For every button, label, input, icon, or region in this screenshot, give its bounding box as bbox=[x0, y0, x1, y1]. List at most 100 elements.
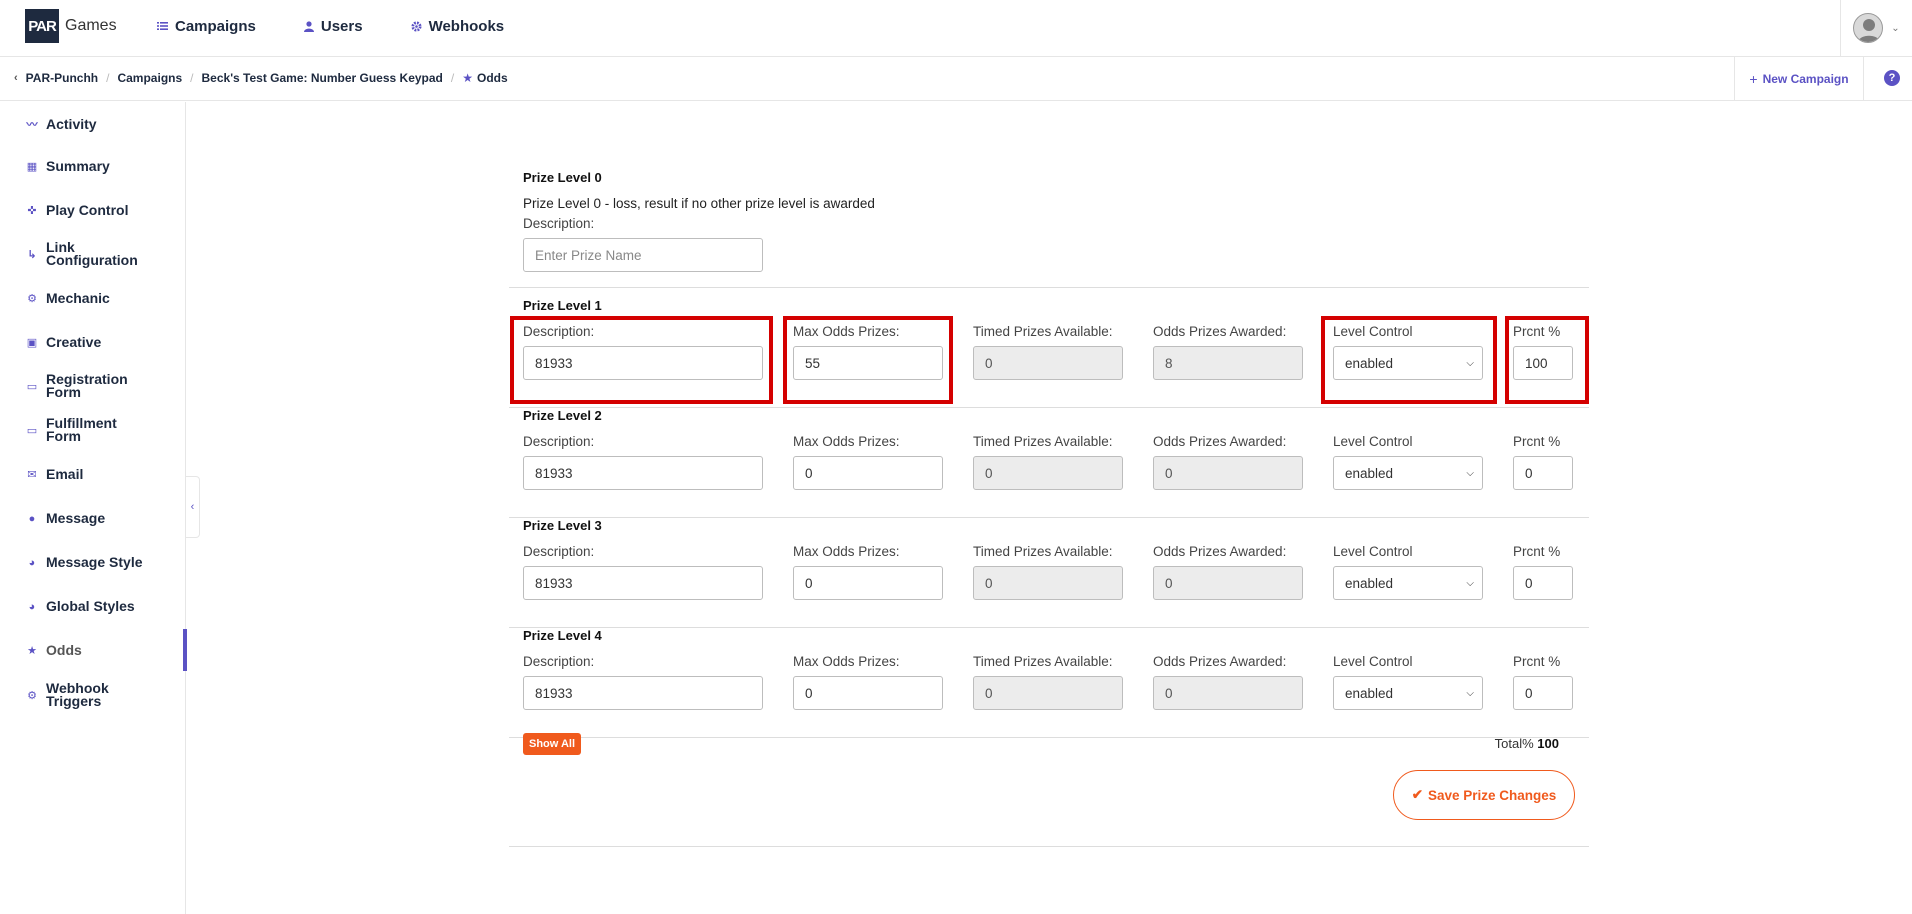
breadcrumb-separator: / bbox=[106, 71, 110, 85]
sidebar-collapse-toggle[interactable]: ‹ bbox=[186, 476, 200, 538]
description-input[interactable]: 81933 bbox=[523, 566, 763, 600]
breadcrumb-item[interactable]: Beck's Test Game: Number Guess Keypad bbox=[202, 71, 443, 85]
timed-available-field: 0 bbox=[973, 346, 1123, 380]
chevron-left-icon[interactable]: ‹ bbox=[14, 72, 18, 84]
chevron-left-icon: ‹ bbox=[190, 501, 195, 513]
prcnt-input[interactable]: 0 bbox=[1513, 456, 1573, 490]
odds-awarded-label: Odds Prizes Awarded: bbox=[1153, 324, 1287, 339]
sidebar: 〰 Activity ▦ Summary ✜ Play Control ↳ Li… bbox=[0, 102, 187, 914]
nav-users[interactable]: Users bbox=[303, 17, 363, 35]
user-menu[interactable]: ⌄ bbox=[1840, 0, 1912, 56]
level-control-select[interactable]: enabled ⌵ bbox=[1333, 456, 1483, 490]
sidebar-item-creative[interactable]: ▣ Creative bbox=[0, 335, 186, 349]
palette-icon: ◕ bbox=[28, 600, 36, 613]
gamepad-icon: ✜ bbox=[27, 205, 37, 217]
avatar bbox=[1853, 13, 1884, 43]
sidebar-item-activity[interactable]: 〰 Activity bbox=[0, 116, 186, 132]
sidebar-item-registration-form[interactable]: ▭ Registration Form bbox=[0, 372, 186, 399]
highlight-box bbox=[1505, 316, 1589, 404]
sidebar-item-label: Link Configuration bbox=[46, 239, 138, 268]
sidebar-item-label: Message Style bbox=[46, 554, 143, 570]
sidebar-item-label: Activity bbox=[46, 115, 97, 132]
level-control-label: Level Control bbox=[1333, 544, 1413, 559]
nav-webhooks[interactable]: Webhooks bbox=[411, 17, 505, 35]
sidebar-item-global-styles[interactable]: ◕ Global Styles bbox=[0, 599, 186, 613]
odds-awarded-field: 0 bbox=[1153, 676, 1303, 710]
prize-level-0-note: Prize Level 0 - loss, result if no other… bbox=[523, 196, 875, 211]
sidebar-item-label: Play Control bbox=[46, 202, 129, 218]
prcnt-input[interactable]: 0 bbox=[1513, 676, 1573, 710]
breadcrumb-separator: / bbox=[190, 71, 194, 85]
prize-level-title: Prize Level 0 bbox=[523, 170, 602, 185]
sidebar-item-odds[interactable]: ★ Odds bbox=[0, 629, 187, 671]
sidebar-item-webhook-triggers[interactable]: ⚙ Webhook Triggers bbox=[0, 680, 186, 709]
odds-awarded-field: 0 bbox=[1153, 566, 1303, 600]
star-icon: ★ bbox=[462, 71, 473, 85]
max-odds-label: Max Odds Prizes: bbox=[793, 434, 900, 449]
max-odds-input[interactable]: 0 bbox=[793, 676, 943, 710]
level-control-value: enabled bbox=[1345, 575, 1394, 591]
total-label: Total% bbox=[1494, 736, 1534, 751]
max-odds-input[interactable]: 0 bbox=[793, 456, 943, 490]
breadcrumb-item[interactable]: Campaigns bbox=[117, 71, 182, 85]
nav-campaigns[interactable]: Campaigns bbox=[157, 18, 256, 35]
nav-webhooks-label: Webhooks bbox=[428, 17, 505, 35]
divider bbox=[509, 846, 1589, 847]
logo-text: Games bbox=[65, 17, 117, 34]
nav-users-label: Users bbox=[320, 17, 363, 35]
breadcrumb-separator: / bbox=[450, 71, 455, 85]
sidebar-item-link-configuration[interactable]: ↳ Link Configuration bbox=[0, 239, 186, 268]
sidebar-item-message-style[interactable]: ◕ Message Style bbox=[0, 554, 186, 570]
user-icon bbox=[303, 20, 314, 32]
brand-logo[interactable]: PAR Games bbox=[25, 9, 117, 43]
gear-icon bbox=[411, 20, 422, 32]
sidebar-item-label: Webhook Triggers bbox=[46, 680, 109, 709]
form-icon: ▭ bbox=[26, 380, 38, 393]
sidebar-item-summary[interactable]: ▦ Summary bbox=[0, 159, 186, 173]
max-odds-label: Max Odds Prizes: bbox=[793, 544, 900, 559]
image-icon: ▣ bbox=[26, 337, 38, 349]
max-odds-input[interactable]: 0 bbox=[793, 566, 943, 600]
palette-icon: ◕ bbox=[28, 556, 36, 569]
highlight-box bbox=[783, 316, 953, 404]
form-icon: ▭ bbox=[26, 424, 38, 437]
timed-available-label: Timed Prizes Available: bbox=[973, 324, 1113, 339]
timed-available-label: Timed Prizes Available: bbox=[973, 434, 1113, 449]
sidebar-item-label: Email bbox=[46, 466, 84, 482]
prize-level-3: Prize Level 3 Description: 81933 Max Odd… bbox=[509, 518, 1589, 628]
description-input[interactable]: 81933 bbox=[523, 676, 763, 710]
sidebar-item-fulfillment-form[interactable]: ▭ Fulfillment Form bbox=[0, 415, 186, 444]
timed-available-label: Timed Prizes Available: bbox=[973, 544, 1113, 559]
chevron-down-icon: ⌵ bbox=[1466, 687, 1474, 699]
sidebar-item-label: Fulfillment Form bbox=[46, 415, 117, 444]
sidebar-item-mechanic[interactable]: ⚙ Mechanic bbox=[0, 290, 186, 306]
description-label: Description: bbox=[523, 216, 595, 231]
help-icon[interactable]: ? bbox=[1884, 70, 1900, 86]
new-campaign-button[interactable]: + New Campaign bbox=[1734, 57, 1864, 101]
sidebar-item-play-control[interactable]: ✜ Play Control bbox=[0, 202, 186, 218]
prize-name-input[interactable]: Enter Prize Name bbox=[523, 238, 763, 272]
top-navbar: PAR Games Campaigns Users Webhooks ⌄ bbox=[0, 0, 1912, 57]
save-prize-changes-button[interactable]: ✔ Save Prize Changes bbox=[1393, 770, 1575, 820]
sidebar-item-email[interactable]: ✉ Email bbox=[0, 466, 186, 482]
envelope-icon: ✉ bbox=[27, 469, 37, 481]
sidebar-item-label: Mechanic bbox=[46, 290, 110, 306]
level-control-value: enabled bbox=[1345, 465, 1394, 481]
breadcrumb-item[interactable]: PAR-Punchh bbox=[26, 71, 98, 85]
sidebar-item-message[interactable]: ● Message bbox=[0, 510, 186, 526]
prize-level-title: Prize Level 2 bbox=[523, 408, 602, 423]
description-label: Description: bbox=[523, 654, 595, 669]
link-arrow-icon: ↳ bbox=[27, 248, 37, 261]
prcnt-input[interactable]: 0 bbox=[1513, 566, 1573, 600]
prize-level-2: Prize Level 2 Description: 81933 Max Odd… bbox=[509, 408, 1589, 518]
description-input[interactable]: 81933 bbox=[523, 456, 763, 490]
new-campaign-label: New Campaign bbox=[1762, 72, 1849, 86]
show-all-button[interactable]: Show All bbox=[523, 733, 582, 755]
gear-icon: ⚙ bbox=[27, 293, 37, 305]
level-control-value: enabled bbox=[1345, 685, 1394, 701]
prize-level-title: Prize Level 1 bbox=[523, 298, 602, 313]
sidebar-item-label: Message bbox=[46, 510, 106, 526]
prize-level-0: Prize Level 0 Prize Level 0 - loss, resu… bbox=[509, 170, 1589, 288]
level-control-select[interactable]: enabled ⌵ bbox=[1333, 676, 1483, 710]
level-control-select[interactable]: enabled ⌵ bbox=[1333, 566, 1483, 600]
